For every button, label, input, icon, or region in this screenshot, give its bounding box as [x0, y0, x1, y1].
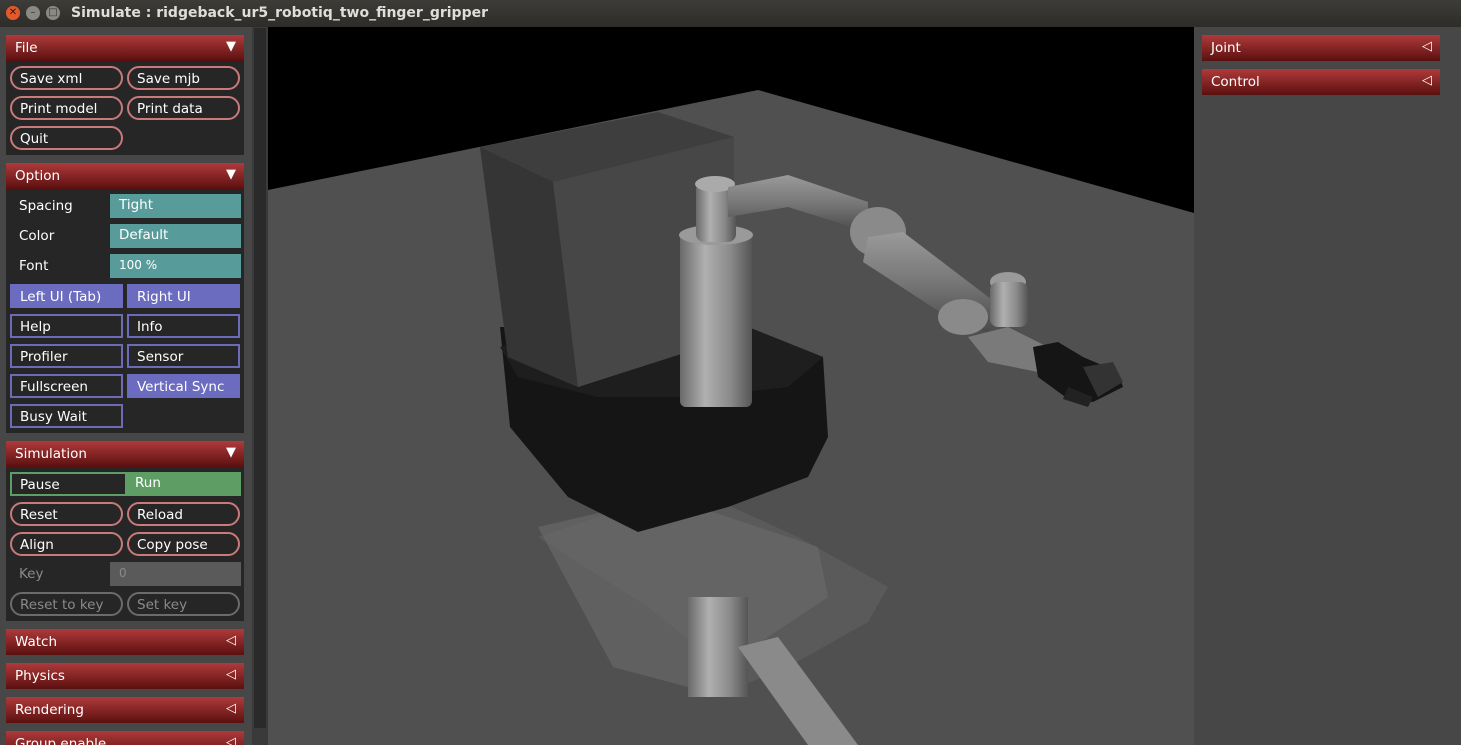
section-title: Group enable — [15, 736, 107, 745]
color-select[interactable]: Default — [110, 224, 241, 248]
run-radio[interactable]: Run — [127, 472, 241, 496]
profiler-toggle[interactable]: Profiler — [10, 344, 123, 368]
close-icon[interactable]: ✕ — [6, 6, 20, 20]
help-toggle[interactable]: Help — [10, 314, 123, 338]
spacing-select[interactable]: Tight — [110, 194, 241, 218]
right-ui-toggle[interactable]: Right UI — [127, 284, 240, 308]
pause-radio[interactable]: Pause — [10, 472, 127, 496]
save-xml-button[interactable]: Save xml — [10, 66, 123, 90]
reset-button[interactable]: Reset — [10, 502, 123, 526]
simulation-section: Simulation ▼ Pause Run Reset Reload Alig… — [6, 441, 244, 621]
right-ui-panel: Joint ◁ Control ◁ — [1194, 27, 1461, 745]
section-title: Option — [15, 168, 61, 184]
physics-section-header[interactable]: Physics ◁ — [6, 663, 244, 689]
triangle-down-icon: ▼ — [226, 445, 236, 460]
file-section-header[interactable]: File ▼ — [6, 35, 244, 61]
spacing-label: Spacing — [19, 198, 73, 214]
rendering-section[interactable]: Rendering ◁ — [6, 697, 244, 723]
key-label: Key — [19, 566, 44, 582]
wrist-joint-2 — [938, 299, 988, 335]
robot-scene — [268, 27, 1194, 745]
print-data-button[interactable]: Print data — [127, 96, 240, 120]
joint-section-header[interactable]: Joint ◁ — [1202, 35, 1440, 61]
triangle-left-icon: ◁ — [226, 667, 236, 682]
font-label: Font — [19, 258, 49, 274]
triangle-down-icon: ▼ — [226, 39, 236, 54]
scrollbar-thumb[interactable] — [254, 28, 266, 728]
watch-section-header[interactable]: Watch ◁ — [6, 629, 244, 655]
triangle-left-icon: ◁ — [226, 633, 236, 648]
triangle-left-icon: ◁ — [226, 701, 236, 716]
file-section: File ▼ Save xml Save mjb Print model Pri… — [6, 35, 244, 155]
joint-section[interactable]: Joint ◁ — [1202, 35, 1440, 61]
save-mjb-button[interactable]: Save mjb — [127, 66, 240, 90]
left-ui-toggle[interactable]: Left UI (Tab) — [10, 284, 123, 308]
3d-viewport[interactable] — [268, 27, 1194, 745]
triangle-left-icon: ◁ — [1422, 39, 1432, 54]
align-button[interactable]: Align — [10, 532, 123, 556]
section-title: Rendering — [15, 702, 84, 718]
copy-pose-button[interactable]: Copy pose — [127, 532, 240, 556]
quit-button[interactable]: Quit — [10, 126, 123, 150]
left-ui-panel: File ▼ Save xml Save mjb Print model Pri… — [0, 27, 252, 745]
sensor-toggle[interactable]: Sensor — [127, 344, 240, 368]
reset-to-key-button[interactable]: Reset to key — [10, 592, 123, 616]
key-slider[interactable]: 0 — [110, 562, 241, 586]
maximize-icon[interactable]: □ — [46, 6, 60, 20]
minimize-icon[interactable]: – — [26, 6, 40, 20]
option-section: Option ▼ Spacing Tight Color Default Fon… — [6, 163, 244, 433]
simulation-section-header[interactable]: Simulation ▼ — [6, 441, 244, 467]
section-title: File — [15, 40, 38, 56]
triangle-left-icon: ◁ — [226, 735, 236, 745]
control-section[interactable]: Control ◁ — [1202, 69, 1440, 95]
group-enable-section-header[interactable]: Group enable ◁ — [6, 731, 244, 745]
arm-pedestal — [680, 232, 752, 407]
rendering-section-header[interactable]: Rendering ◁ — [6, 697, 244, 723]
fullscreen-toggle[interactable]: Fullscreen — [10, 374, 123, 398]
triangle-down-icon: ▼ — [226, 167, 236, 182]
option-section-header[interactable]: Option ▼ — [6, 163, 244, 189]
section-title: Watch — [15, 634, 58, 650]
section-title: Simulation — [15, 446, 87, 462]
watch-section[interactable]: Watch ◁ — [6, 629, 244, 655]
reload-button[interactable]: Reload — [127, 502, 240, 526]
set-key-button[interactable]: Set key — [127, 592, 240, 616]
group-enable-section[interactable]: Group enable ◁ — [6, 731, 244, 745]
section-title: Control — [1211, 74, 1260, 90]
triangle-left-icon: ◁ — [1422, 73, 1432, 88]
section-title: Joint — [1211, 40, 1241, 56]
vertical-sync-toggle[interactable]: Vertical Sync — [127, 374, 240, 398]
busy-wait-toggle[interactable]: Busy Wait — [10, 404, 123, 428]
color-label: Color — [19, 228, 55, 244]
section-title: Physics — [15, 668, 65, 684]
font-select[interactable]: 100 % — [110, 254, 241, 278]
info-toggle[interactable]: Info — [127, 314, 240, 338]
window-titlebar: ✕ – □ Simulate : ridgeback_ur5_robotiq_t… — [0, 0, 1461, 27]
wrist-joint-1 — [990, 282, 1028, 327]
print-model-button[interactable]: Print model — [10, 96, 123, 120]
physics-section[interactable]: Physics ◁ — [6, 663, 244, 689]
window-title: Simulate : ridgeback_ur5_robotiq_two_fin… — [71, 5, 488, 21]
control-section-header[interactable]: Control ◁ — [1202, 69, 1440, 95]
